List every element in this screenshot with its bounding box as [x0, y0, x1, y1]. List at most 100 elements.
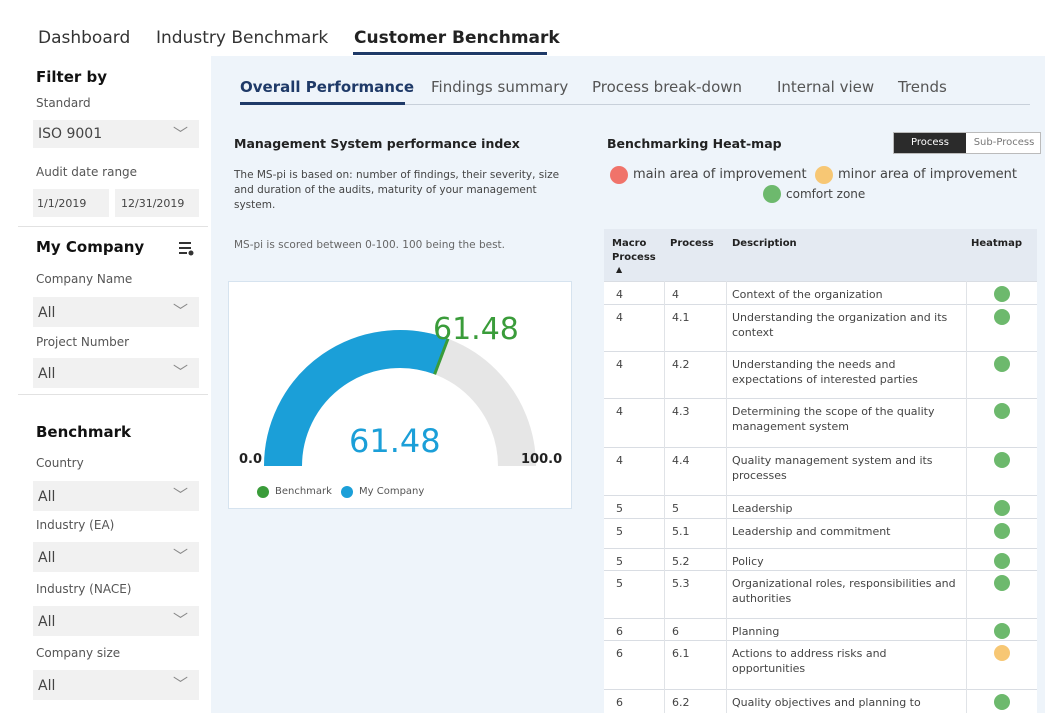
tab-internal-view[interactable]: Internal view — [777, 78, 874, 96]
table-row[interactable]: 5 5 Leadership — [604, 495, 1037, 518]
toggle-sub-process[interactable]: Sub-Process — [968, 133, 1040, 153]
date-to-input[interactable]: 12/31/2019 — [115, 189, 199, 217]
company-name-select[interactable]: All ﹀ — [33, 297, 199, 327]
industry-ea-select[interactable]: All ﹀ — [33, 542, 199, 572]
cell-description: Actions to address risks and opportuniti… — [732, 647, 887, 675]
heatmap-dot — [994, 452, 1010, 468]
nav-tab-customer-benchmark[interactable]: Customer Benchmark — [354, 28, 560, 48]
heatmap-dot — [994, 623, 1010, 639]
chevron-down-icon: ﹀ — [172, 125, 188, 143]
cell-process: 5.1 — [672, 525, 690, 538]
toggle-process[interactable]: Process — [894, 133, 966, 153]
cell-process: 4.3 — [672, 405, 690, 418]
chevron-down-icon: ﹀ — [172, 363, 188, 381]
cell-description: Context of the organization — [732, 288, 883, 301]
company-name-value: All — [38, 305, 56, 321]
table-row[interactable]: 4 4.4 Quality management system and its pr… — [604, 447, 1037, 495]
cell-macro-process: 5 — [616, 555, 623, 568]
cell-description: Organizational roles, responsibilities a… — [732, 577, 956, 605]
table-row[interactable]: 5 5.1 Leadership and commitment — [604, 518, 1037, 548]
my-company-title: My Company — [36, 238, 145, 256]
table-row[interactable]: 4 4.2 Understanding the needs and expectat… — [604, 351, 1037, 398]
filter-list-icon[interactable] — [178, 240, 194, 256]
tab-process-break-down[interactable]: Process break-down — [592, 78, 742, 96]
legend-comfort-label: comfort zone — [786, 187, 866, 201]
table-row[interactable]: 5 5.3 Organizational roles, responsibiliti… — [604, 570, 1037, 618]
col-process[interactable]: Process — [670, 237, 714, 251]
company-size-select[interactable]: All ﹀ — [33, 670, 199, 700]
col-divider — [664, 281, 665, 713]
legend-minor-dot — [815, 166, 833, 184]
heatmap-dot — [994, 575, 1010, 591]
industry-nace-label: Industry (NACE) — [36, 582, 132, 596]
country-select[interactable]: All ﹀ — [33, 481, 199, 511]
heatmap-dot — [994, 523, 1010, 539]
standard-value: ISO 9001 — [38, 126, 103, 142]
gauge-chart — [264, 330, 536, 467]
cell-process: 4.1 — [672, 311, 690, 324]
legend-my-company-label: My Company — [359, 486, 425, 497]
cell-description: Understanding the organization and its c… — [732, 311, 948, 339]
cell-process: 4 — [672, 288, 679, 301]
project-number-value: All — [38, 366, 56, 382]
col-description[interactable]: Description — [732, 237, 797, 251]
tab-trends[interactable]: Trends — [898, 78, 947, 96]
gauge-max-label: 100.0 — [521, 452, 563, 467]
gauge-min-label: 0.0 — [239, 452, 263, 467]
col-heatmap[interactable]: Heatmap — [971, 237, 1022, 251]
col-macro-process[interactable]: Macro Process — [612, 237, 660, 265]
nav-tab-industry-benchmark[interactable]: Industry Benchmark — [156, 28, 328, 48]
cell-description: Planning — [732, 625, 780, 638]
cell-macro-process: 4 — [616, 405, 623, 418]
cell-macro-process: 4 — [616, 454, 623, 467]
sort-asc-icon[interactable]: ▲ — [616, 265, 622, 274]
table-row[interactable]: 6 6.2 Quality objectives and planning to — [604, 689, 1037, 713]
cell-macro-process: 4 — [616, 358, 623, 371]
table-row[interactable]: 4 4 Context of the organization — [604, 281, 1037, 304]
table-row[interactable]: 6 6.1 Actions to address risks and opportu… — [604, 640, 1037, 689]
country-value: All — [38, 489, 56, 505]
tab-findings-summary[interactable]: Findings summary — [431, 78, 568, 96]
cell-process: 6.2 — [672, 696, 690, 709]
table-row[interactable]: 4 4.3 Determining the scope of the quality… — [604, 398, 1037, 447]
gauge-my-company-value: 61.48 — [349, 422, 441, 460]
legend-benchmark-dot — [257, 486, 269, 498]
company-name-label: Company Name — [36, 272, 133, 286]
cell-process: 5.3 — [672, 577, 690, 590]
audit-date-label: Audit date range — [36, 165, 138, 179]
chevron-down-icon: ﹀ — [172, 302, 188, 320]
cell-process: 5.2 — [672, 555, 690, 568]
date-to-value: 12/31/2019 — [121, 197, 185, 210]
heatmap-dot — [994, 309, 1010, 325]
industry-ea-label: Industry (EA) — [36, 518, 115, 532]
date-from-input[interactable]: 1/1/2019 — [33, 189, 109, 217]
cell-process: 6 — [672, 625, 679, 638]
cell-process: 4.2 — [672, 358, 690, 371]
heatmap-dot — [994, 286, 1010, 302]
project-number-label: Project Number — [36, 335, 130, 349]
table-row[interactable]: 5 5.2 Policy — [604, 548, 1037, 570]
company-size-label: Company size — [36, 646, 121, 660]
tab-overall-performance[interactable]: Overall Performance — [240, 78, 414, 96]
heatmap-table: Macro Process ▲ Process Description Heat… — [604, 229, 1037, 713]
heatmap-dot — [994, 500, 1010, 516]
msi-title: Management System performance index — [234, 136, 520, 151]
filter-title: Filter by — [36, 68, 108, 86]
divider — [18, 394, 208, 395]
table-row[interactable]: 6 6 Planning — [604, 618, 1037, 640]
cell-description: Determining the scope of the quality man… — [732, 405, 935, 433]
msi-note: MS-pi is scored between 0-100. 100 being… — [234, 239, 506, 251]
project-number-select[interactable]: All ﹀ — [33, 358, 199, 388]
cell-macro-process: 5 — [616, 577, 623, 590]
cell-process: 4.4 — [672, 454, 690, 467]
cell-macro-process: 6 — [616, 696, 623, 709]
nav-tab-dashboard[interactable]: Dashboard — [38, 28, 130, 48]
industry-ea-value: All — [38, 550, 56, 566]
table-row[interactable]: 4 4.1 Understanding the organization and i… — [604, 304, 1037, 351]
industry-nace-select[interactable]: All ﹀ — [33, 606, 199, 636]
process-toggle[interactable]: Process Sub-Process — [893, 132, 1041, 154]
chevron-down-icon: ﹀ — [172, 486, 188, 504]
cell-macro-process: 5 — [616, 525, 623, 538]
standard-select[interactable]: ISO 9001 ﹀ — [33, 120, 199, 148]
col-divider — [966, 281, 967, 713]
